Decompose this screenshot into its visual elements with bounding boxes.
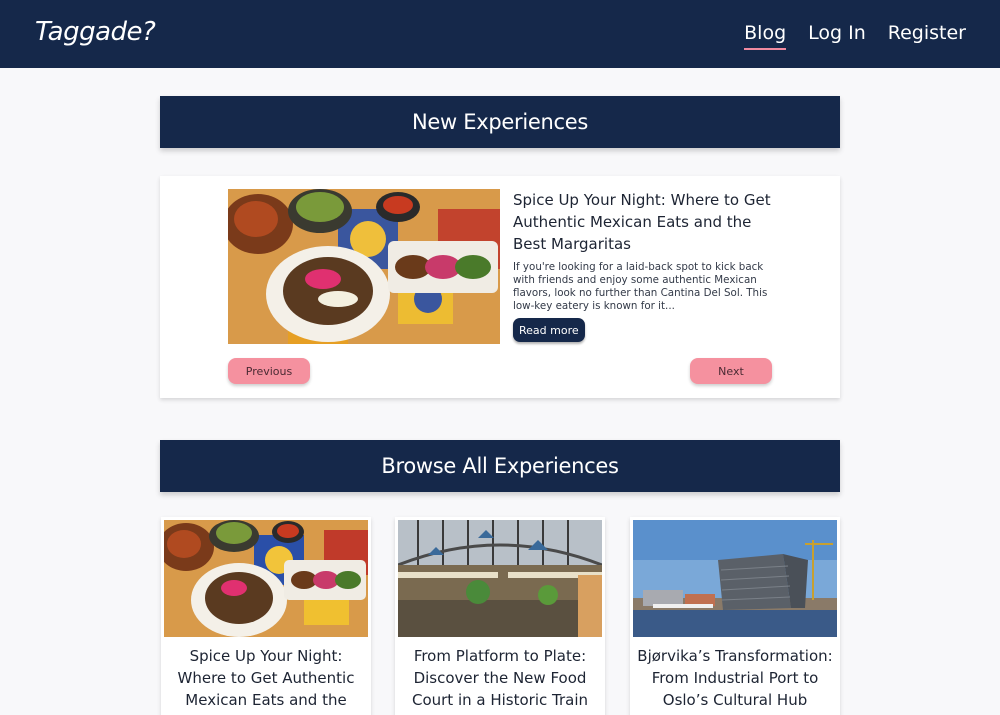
next-button[interactable]: Next [690, 358, 772, 384]
card-image-mexican-food[interactable] [164, 520, 368, 637]
experience-card[interactable]: From Platform to Plate: Discover the New… [395, 517, 605, 715]
featured-title[interactable]: Spice Up Your Night: Where to Get Authen… [513, 189, 778, 255]
browse-experiences-heading: Browse All Experiences [160, 440, 840, 492]
experience-card[interactable]: Bjørvika’s Transformation: From Industri… [630, 517, 840, 715]
card-image-oslo-harbour[interactable] [633, 520, 837, 637]
featured-excerpt: If you're looking for a laid-back spot t… [513, 261, 768, 312]
read-more-button[interactable]: Read more [513, 318, 585, 342]
featured-text: Spice Up Your Night: Where to Get Authen… [513, 189, 778, 313]
featured-carousel: Spice Up Your Night: Where to Get Authen… [160, 176, 840, 398]
previous-button[interactable]: Previous [228, 358, 310, 384]
card-image-food-hall[interactable] [398, 520, 602, 637]
featured-image[interactable] [228, 189, 500, 344]
top-navbar: Taggade? Blog Log In Register [0, 0, 1000, 68]
nav-login-link[interactable]: Log In [808, 22, 866, 50]
nav-blog-link[interactable]: Blog [744, 22, 787, 50]
card-title[interactable]: Bjørvika’s Transformation: From Industri… [630, 637, 840, 711]
card-title[interactable]: From Platform to Plate: Discover the New… [395, 637, 605, 715]
card-title[interactable]: Spice Up Your Night: Where to Get Authen… [161, 637, 371, 715]
brand-logo[interactable]: Taggade? [35, 17, 156, 47]
new-experiences-heading: New Experiences [160, 96, 840, 148]
main-nav: Blog Log In Register [744, 22, 966, 50]
experience-card[interactable]: Spice Up Your Night: Where to Get Authen… [161, 517, 371, 715]
nav-register-link[interactable]: Register [888, 22, 966, 50]
